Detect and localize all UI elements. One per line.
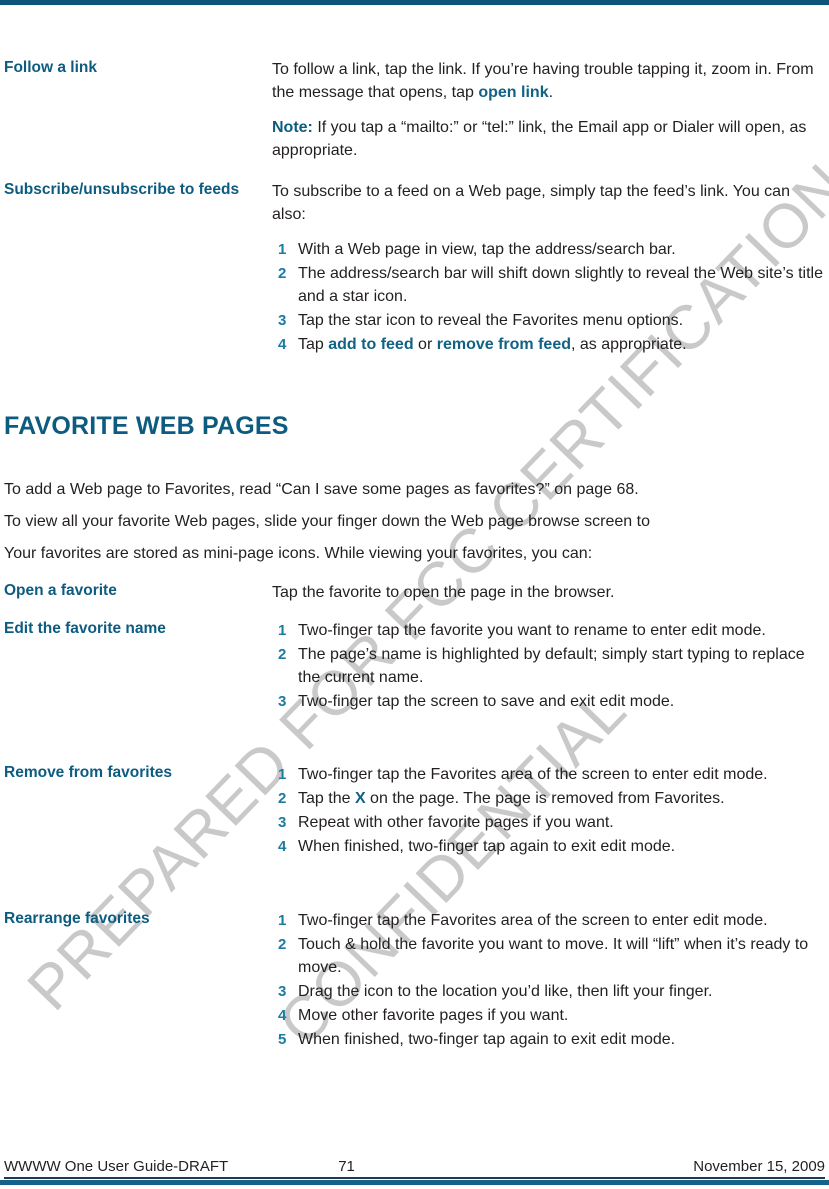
step-item: When finished, two-finger tap again to e…: [278, 1028, 676, 1051]
section-heading-favorite-web-pages: FAVORITE WEB PAGES: [4, 412, 289, 440]
step-item: Drag the icon to the location you’d like…: [278, 980, 713, 1003]
steps-list-remove-from-favorites: Two-finger tap the Favorites area of the…: [272, 763, 825, 858]
step-item: Touch & hold the favorite you want to mo…: [278, 933, 809, 976]
close-x-icon[interactable]: X: [355, 790, 366, 807]
intro-paragraph-1: To add a Web page to Favorites, read “Ca…: [4, 481, 639, 498]
step-item: Two-finger tap the Favorites area of the…: [278, 909, 768, 932]
step-item: The page’s name is highlighted by defaul…: [278, 643, 805, 686]
text-follow-link-part-b: .: [548, 84, 554, 101]
step-item: Tap the star icon to reveal the Favorite…: [278, 309, 684, 332]
step-item: Two-finger tap the favorite you want to …: [278, 619, 766, 642]
definition-row-subscribe-feeds: Subscribe/unsubscribe to feeds To subscr…: [4, 180, 825, 357]
row-label-follow-a-link: Follow a link: [4, 59, 98, 76]
page-top-rule: [0, 0, 829, 5]
steps-list-subscribe: With a Web page in view, tap the address…: [272, 238, 825, 356]
row-body-edit-favorite-name: Two-finger tap the favorite you want to …: [272, 619, 825, 714]
step-item: Repeat with other favorite pages if you …: [278, 811, 614, 834]
row-body-remove-from-favorites: Two-finger tap the Favorites area of the…: [272, 763, 825, 859]
steps-list-edit-favorite-name: Two-finger tap the favorite you want to …: [272, 619, 825, 713]
row-body-follow-a-link: To follow a link, tap the link. If you’r…: [272, 58, 825, 162]
intro-paragraph-2: To view all your favorite Web pages, sli…: [4, 513, 650, 530]
note-label: Note:: [272, 119, 313, 136]
step-item: When finished, two-finger tap again to e…: [278, 835, 676, 858]
step-item: Two-finger tap the screen to save and ex…: [278, 690, 675, 713]
row-body-rearrange-favorites: Two-finger tap the Favorites area of the…: [272, 909, 825, 1052]
remove-step2-text-b: on the page. The page is removed from Fa…: [365, 790, 725, 807]
paragraph-open-a-favorite: Tap the favorite to open the page in the…: [272, 584, 615, 601]
row-label-subscribe-feeds: Subscribe/unsubscribe to feeds: [4, 181, 240, 198]
step-item: With a Web page in view, tap the address…: [278, 238, 676, 261]
link-remove-from-feed[interactable]: remove from feed: [437, 336, 571, 353]
step4-text-b: , as appropriate.: [570, 336, 687, 353]
row-label-remove-from-favorites: Remove from favorites: [4, 764, 172, 781]
paragraph-follow-a-link: To follow a link, tap the link. If you’r…: [272, 58, 825, 104]
step4-text-mid: or: [413, 336, 437, 353]
page-bottom-rule: [0, 1180, 829, 1185]
definition-row-remove-from-favorites: Remove from favorites Two-finger tap the…: [4, 763, 825, 859]
definition-row-edit-favorite-name: Edit the favorite name Two-finger tap th…: [4, 619, 825, 714]
definition-row-rearrange-favorites: Rearrange favorites Two-finger tap the F…: [4, 909, 825, 1052]
paragraph-note: Note: If you tap a “mailto:” or “tel:” l…: [272, 116, 825, 162]
paragraph-subscribe-intro: To subscribe to a feed on a Web page, si…: [272, 183, 790, 223]
remove-step2-text-a: Tap the: [298, 790, 355, 807]
footer-page-number: 71: [338, 1158, 355, 1175]
note-text: If you tap a “mailto:” or “tel:” link, t…: [272, 119, 807, 159]
intro-paragraph-3: Your favorites are stored as mini-page i…: [4, 545, 593, 562]
footer-document-title: WWWW One User Guide-DRAFT: [4, 1158, 229, 1175]
link-open-link[interactable]: open link: [478, 84, 548, 101]
definition-row-open-a-favorite: Open a favorite Tap the favorite to open…: [4, 581, 825, 604]
link-add-to-feed[interactable]: add to feed: [328, 336, 413, 353]
step-item: The address/search bar will shift down s…: [278, 262, 823, 305]
document-page: PREPARED FOR FCC CERTIFICATION CONFIDENT…: [0, 0, 829, 1189]
step-item: Tap the X on the page. The page is remov…: [272, 787, 825, 810]
step-item: Move other favorite pages if you want.: [278, 1004, 569, 1027]
step4-text-a: Tap: [298, 336, 329, 353]
steps-list-rearrange-favorites: Two-finger tap the Favorites area of the…: [272, 909, 825, 1051]
step-item: Tap add to feed or remove from feed, as …: [272, 333, 825, 356]
row-label-open-a-favorite: Open a favorite: [4, 582, 117, 599]
footer-date: November 15, 2009: [693, 1158, 825, 1175]
definition-row-follow-a-link: Follow a link To follow a link, tap the …: [4, 58, 825, 162]
row-body-subscribe-feeds: To subscribe to a feed on a Web page, si…: [272, 180, 825, 357]
row-label-rearrange-favorites: Rearrange favorites: [4, 910, 150, 927]
section-intro: To add a Web page to Favorites, read “Ca…: [4, 478, 825, 565]
page-footer: WWWW One User Guide-DRAFT 71 November 15…: [4, 1158, 825, 1175]
footer-rule: [4, 1177, 825, 1179]
row-label-edit-favorite-name: Edit the favorite name: [4, 620, 166, 637]
step-item: Two-finger tap the Favorites area of the…: [278, 763, 768, 786]
row-body-open-a-favorite: Tap the favorite to open the page in the…: [272, 581, 825, 604]
